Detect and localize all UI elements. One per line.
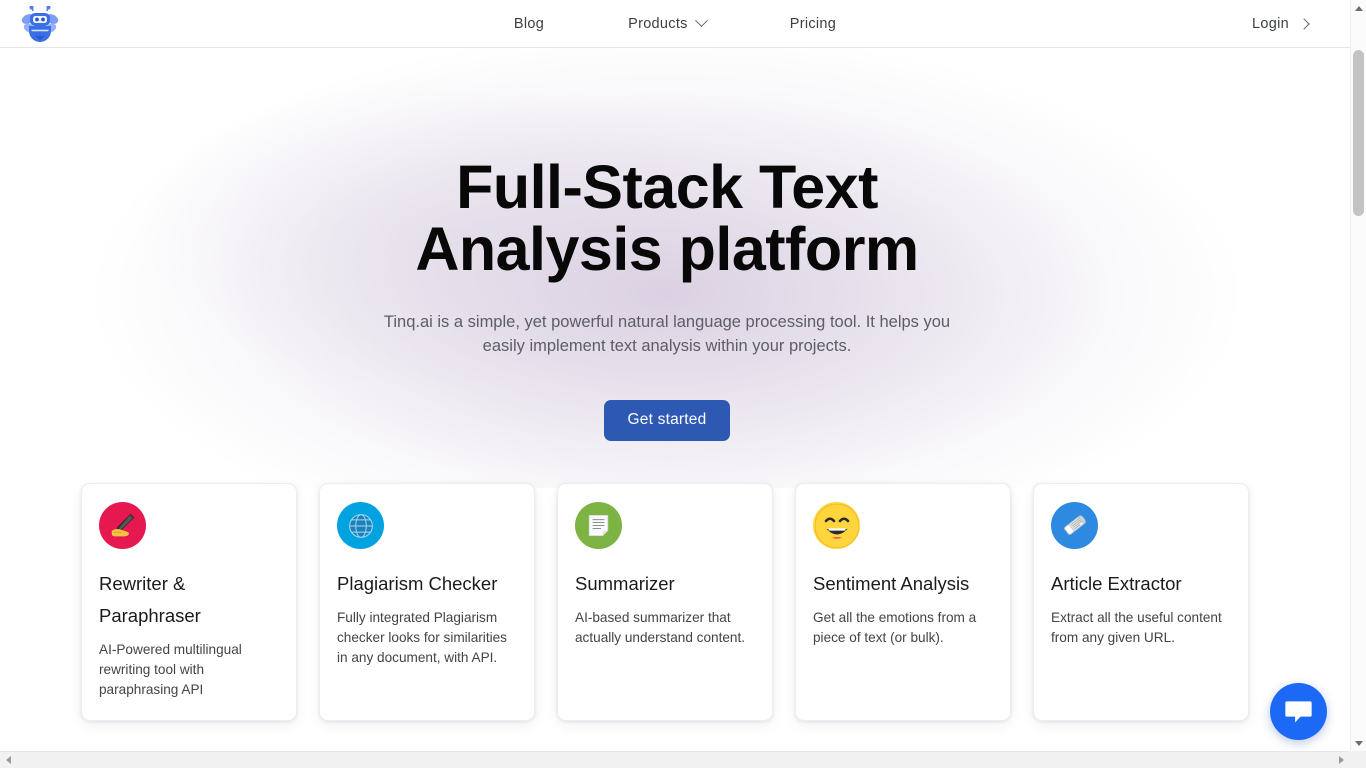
card-description: Get all the emotions from a piece of tex…: [813, 610, 977, 645]
main-navigation: Blog Products Pricing: [0, 0, 1350, 47]
product-card-summarizer[interactable]: Summarizer AI-based summarizer that actu…: [557, 483, 773, 721]
rolled-newspaper-icon: [1051, 502, 1098, 549]
writing-hand-icon: [99, 502, 146, 549]
globe-glyph: [348, 513, 373, 538]
product-card-sentiment-analysis[interactable]: Sentiment Analysis Get all the emotions …: [795, 483, 1011, 721]
chat-bubble-icon: [1285, 700, 1312, 722]
globe-icon: [337, 502, 384, 549]
browser-viewport: Blog Products Pricing Login Full-Stack T…: [0, 0, 1366, 768]
login-button[interactable]: Login: [1252, 0, 1310, 47]
card-description: AI-based summarizer that actually unders…: [575, 610, 746, 645]
product-cards-row: Rewriter & Paraphraser AI-Powered multil…: [81, 483, 1251, 721]
nav-item-pricing[interactable]: Pricing: [748, 16, 878, 32]
vertical-scrollbar[interactable]: [1350, 0, 1366, 768]
rolled-newspaper-glyph: [1064, 515, 1086, 535]
chat-widget-button[interactable]: [1270, 683, 1327, 740]
hero-subtitle: Tinq.ai is a simple, yet powerful natura…: [383, 313, 951, 355]
hero-cta-container: Get started: [0, 400, 1334, 441]
hero-title-line-1: Full-Stack Text: [456, 153, 878, 221]
login-label: Login: [1252, 15, 1289, 32]
grinning-face-glyph: [814, 503, 859, 548]
site-header: Blog Products Pricing Login: [0, 0, 1350, 48]
card-description: AI-Powered multilingual rewriting tool w…: [99, 642, 242, 697]
scroll-up-arrow-icon[interactable]: [1351, 0, 1366, 16]
page-title: Full-Stack Text Analysis platform: [0, 156, 1334, 280]
nav-item-blog[interactable]: Blog: [472, 16, 586, 32]
product-card-article-extractor[interactable]: Article Extractor Extract all the useful…: [1033, 483, 1249, 721]
scrollbar-corner: [1349, 751, 1366, 768]
writing-hand-glyph: [111, 513, 134, 536]
scroll-down-arrow-icon[interactable]: [1351, 735, 1366, 751]
card-title: Article Extractor: [1051, 573, 1182, 594]
card-title: Summarizer: [575, 573, 675, 594]
document-page-glyph: [588, 514, 609, 537]
nav-item-products[interactable]: Products: [586, 14, 748, 32]
product-card-plagiarism-checker[interactable]: Plagiarism Checker Fully integrated Plag…: [319, 483, 535, 721]
horizontal-scrollbar[interactable]: [0, 751, 1366, 768]
get-started-button[interactable]: Get started: [603, 400, 731, 441]
hero-title-line-2: Analysis platform: [415, 215, 919, 283]
hero-section: Full-Stack Text Analysis platform Tinq.a…: [0, 48, 1334, 488]
nav-label-pricing: Pricing: [789, 15, 837, 32]
chevron-right-icon: [1298, 17, 1310, 30]
scroll-right-arrow-icon[interactable]: [1333, 752, 1349, 768]
card-title: Plagiarism Checker: [337, 573, 498, 594]
card-description: Fully integrated Plagiarism checker look…: [337, 610, 507, 665]
card-title: Rewriter & Paraphraser: [99, 573, 201, 626]
grinning-face-icon: [813, 502, 860, 549]
page-content: Full-Stack Text Analysis platform Tinq.a…: [0, 48, 1334, 745]
nav-label-blog: Blog: [513, 15, 545, 32]
card-title: Sentiment Analysis: [813, 573, 970, 594]
nav-label-products: Products: [628, 15, 688, 32]
document-page-icon: [575, 502, 622, 549]
chevron-down-icon: [694, 14, 708, 28]
card-description: Extract all the useful content from any …: [1051, 610, 1222, 645]
vertical-scrollbar-thumb[interactable]: [1353, 50, 1364, 216]
scroll-left-arrow-icon[interactable]: [0, 752, 16, 768]
product-card-rewriter[interactable]: Rewriter & Paraphraser AI-Powered multil…: [81, 483, 297, 721]
